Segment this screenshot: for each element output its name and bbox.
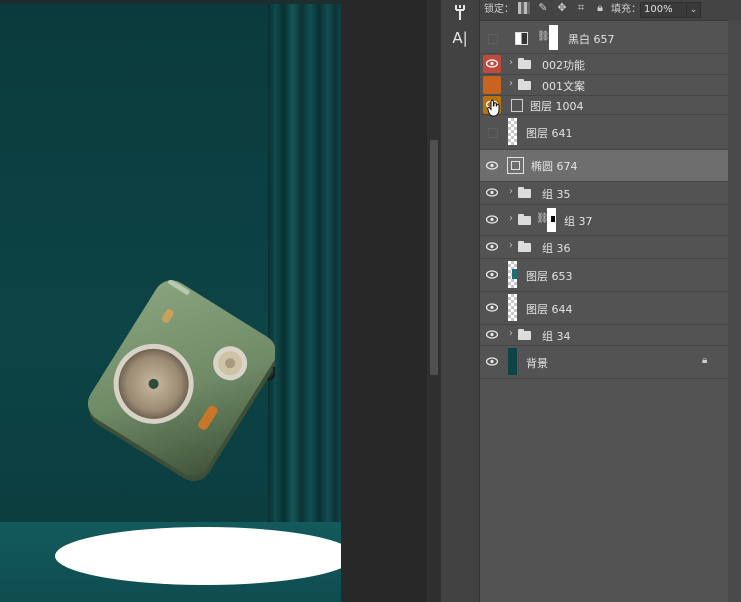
folder-icon <box>518 187 531 198</box>
canvas-pasteboard <box>341 0 427 602</box>
folder-icon <box>518 241 531 252</box>
eye-icon[interactable] <box>483 353 501 371</box>
folder-icon <box>518 214 531 225</box>
expand-chevron-icon[interactable]: › <box>509 186 513 197</box>
layer-name[interactable]: 组 35 <box>542 186 571 202</box>
layer-name[interactable]: 组 37 <box>564 213 593 229</box>
spotlight-ellipse <box>55 527 341 585</box>
eye-icon[interactable] <box>483 55 501 73</box>
expand-chevron-icon[interactable]: › <box>509 57 513 68</box>
layer-thumbnail <box>508 348 517 375</box>
visibility-off-box[interactable] <box>488 33 498 44</box>
document-canvas[interactable] <box>0 0 341 602</box>
layer-thumbnail <box>508 294 517 321</box>
layer-thumbnail <box>508 118 517 145</box>
collapsed-panel-strip: A| <box>441 0 480 602</box>
layer-row-background[interactable]: 背景 🔒︎ <box>480 346 728 379</box>
layers-scrollbar-track[interactable] <box>728 20 741 602</box>
fill-input[interactable]: 100% <box>640 2 687 18</box>
eye-icon[interactable] <box>483 184 501 202</box>
layer-row-group-35[interactable]: › 组 35 <box>480 182 728 205</box>
eye-icon[interactable] <box>483 238 501 256</box>
folder-icon <box>518 329 531 340</box>
eye-icon[interactable] <box>483 326 501 344</box>
expand-chevron-icon[interactable]: › <box>509 240 513 251</box>
retro-radio-speaker-image <box>87 280 275 482</box>
chain-link-icon[interactable]: ⛓︎ <box>537 31 550 42</box>
type-tool-icon[interactable]: A| <box>449 27 471 49</box>
eye-icon[interactable] <box>483 299 501 317</box>
smart-object-icon <box>511 99 523 112</box>
puppet-warp-tool-icon[interactable] <box>449 3 471 25</box>
layer-row-ellipse-674[interactable]: 椭圆 674 <box>480 150 728 182</box>
lock-label: 锁定： <box>484 4 514 15</box>
expand-chevron-icon[interactable]: › <box>509 328 513 339</box>
checkerboard-lock-icon[interactable] <box>518 2 530 14</box>
layer-mask-thumbnail[interactable] <box>547 208 556 232</box>
layer-name[interactable]: 黑白 657 <box>568 31 615 47</box>
layer-thumbnail <box>508 261 517 288</box>
layers-empty-area <box>480 379 728 602</box>
fill-dropdown-chevron-icon[interactable]: ⌄ <box>686 2 701 18</box>
shape-layer-icon <box>507 157 524 174</box>
curtain-backdrop <box>268 4 341 522</box>
visibility-off-box[interactable] <box>488 128 498 138</box>
folder-icon <box>518 58 531 69</box>
layer-name[interactable]: 图层 1004 <box>530 98 584 114</box>
layer-row-group-36[interactable]: › 组 36 <box>480 236 728 259</box>
layer-row-group-001[interactable]: › 001文案 <box>480 75 728 96</box>
lock-bar: 锁定： ✎ ✥ ⌗ 🔒︎ 填充： 100% ⌄ <box>480 0 741 21</box>
visibility-toggle-off[interactable] <box>483 76 501 94</box>
layer-mask-thumbnail[interactable] <box>549 25 558 50</box>
layer-name[interactable]: 图层 641 <box>526 125 573 141</box>
eye-icon[interactable] <box>483 211 501 229</box>
move-lock-icon[interactable]: ✥ <box>556 2 568 14</box>
layer-name[interactable]: 背景 <box>526 355 548 371</box>
padlock-icon[interactable]: 🔒︎ <box>594 2 606 14</box>
canvas-vertical-scrollbar[interactable] <box>430 140 438 375</box>
layer-row-653[interactable]: 图层 653 <box>480 259 728 292</box>
layer-row-group-002[interactable]: › 002功能 <box>480 54 728 75</box>
layer-row-1004[interactable]: 图层 1004 <box>480 96 728 115</box>
layer-name[interactable]: 椭圆 674 <box>531 158 578 174</box>
layer-name[interactable]: 组 36 <box>542 240 571 256</box>
eye-icon[interactable] <box>483 157 501 175</box>
expand-chevron-icon[interactable]: › <box>509 78 513 89</box>
layer-row-black-white-657[interactable]: ⛓︎ 黑白 657 <box>480 22 728 54</box>
hand-cursor-icon <box>487 99 500 117</box>
layer-name[interactable]: 图层 644 <box>526 301 573 317</box>
layers-panel: 锁定： ✎ ✥ ⌗ 🔒︎ 填充： 100% ⌄ ⛓︎ 黑白 657 › 002功… <box>480 0 741 602</box>
layer-name[interactable]: 组 34 <box>542 328 571 344</box>
artboard-lock-icon[interactable]: ⌗ <box>575 2 587 14</box>
expand-chevron-icon[interactable]: › <box>509 213 513 224</box>
eye-icon[interactable] <box>483 266 501 284</box>
folder-icon <box>518 79 531 90</box>
layer-row-644[interactable]: 图层 644 <box>480 292 728 325</box>
lock-icon: 🔒︎ <box>702 355 708 366</box>
brush-lock-icon[interactable]: ✎ <box>537 2 549 14</box>
adjustment-layer-icon <box>515 32 528 45</box>
layer-name[interactable]: 002功能 <box>542 57 585 73</box>
layer-name[interactable]: 001文案 <box>542 78 585 94</box>
fill-label: 填充： <box>611 4 641 15</box>
layer-row-group-37[interactable]: › ⛓︎ 组 37 <box>480 205 728 236</box>
document-canvas-area[interactable] <box>0 0 427 602</box>
layer-row-641[interactable]: 图层 641 <box>480 115 728 150</box>
layer-row-group-34[interactable]: › 组 34 <box>480 325 728 346</box>
layer-name[interactable]: 图层 653 <box>526 268 573 284</box>
